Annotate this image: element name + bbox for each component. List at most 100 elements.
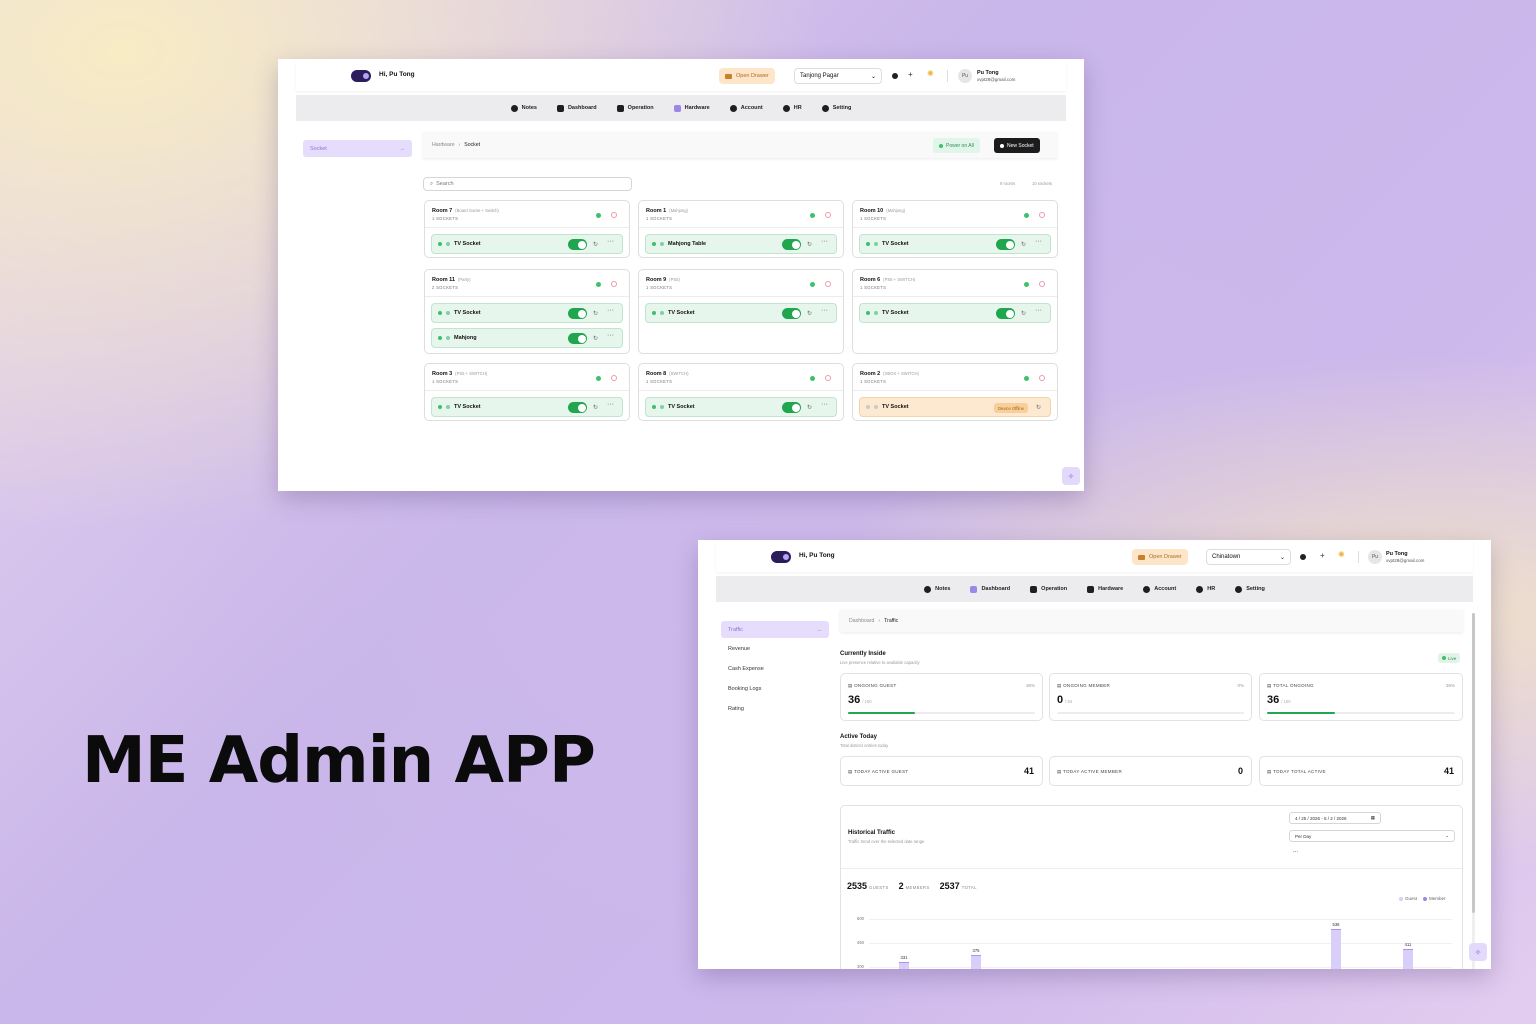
sun-icon[interactable]: ✺ <box>927 69 934 78</box>
refresh-icon[interactable]: ↻ <box>593 404 598 411</box>
nav-operation[interactable]: Operation <box>1030 585 1067 593</box>
sidebar-item-rating[interactable]: Rating <box>728 706 744 712</box>
scrollbar[interactable] <box>1472 613 1475 969</box>
socket-row[interactable]: TV Socket ↻ ··· <box>431 303 623 323</box>
refresh-icon[interactable]: ↻ <box>1021 310 1026 317</box>
avatar[interactable]: Pu <box>1368 550 1382 564</box>
avatar[interactable]: Pu <box>958 69 972 83</box>
power-icon[interactable] <box>825 212 831 218</box>
search-input[interactable]: ⌕ Search <box>423 177 632 191</box>
power-on-all-button[interactable]: Power on All <box>933 138 980 153</box>
nav-notes[interactable]: Notes <box>510 104 537 112</box>
socket-row[interactable]: TV Socket ↻ ··· <box>859 303 1051 323</box>
nav-hr[interactable]: HR <box>782 104 802 112</box>
nav-setting[interactable]: Setting <box>1235 585 1265 593</box>
legend-guest[interactable]: Guest <box>1399 896 1417 901</box>
socket-row[interactable]: TV Socket ↻ ··· <box>431 234 623 254</box>
refresh-icon[interactable]: ↻ <box>593 310 598 317</box>
breadcrumb-parent[interactable]: Dashboard <box>849 618 874 624</box>
chart-bar[interactable] <box>1403 949 1413 969</box>
chart-bar[interactable] <box>899 962 909 969</box>
sidebar-item-revenue[interactable]: Revenue <box>728 646 750 652</box>
granularity-select[interactable]: Per Day ⌄ <box>1289 830 1455 842</box>
power-icon[interactable] <box>1039 212 1045 218</box>
nav-operation[interactable]: Operation <box>616 104 654 112</box>
room-tag: (PS5) <box>669 277 680 282</box>
nav-account[interactable]: Account <box>729 104 763 112</box>
branch-select[interactable]: Tanjong Pagar ⌄ <box>794 68 882 84</box>
socket-row[interactable]: TV Socket ↻ ··· <box>645 303 837 323</box>
socket-toggle[interactable] <box>568 402 587 413</box>
socket-toggle[interactable] <box>568 239 587 250</box>
socket-toggle[interactable] <box>782 239 801 250</box>
power-icon[interactable] <box>611 281 617 287</box>
plus-icon[interactable]: + <box>1320 551 1325 560</box>
socket-row[interactable]: Mahjong Table ↻ ··· <box>645 234 837 254</box>
nav-dashboard[interactable]: Dashboard <box>556 104 597 112</box>
refresh-icon[interactable]: ↻ <box>807 404 812 411</box>
sun-icon[interactable]: ✺ <box>1338 550 1345 559</box>
scrollbar-thumb[interactable] <box>1472 613 1475 913</box>
socket-toggle[interactable] <box>568 333 587 344</box>
room-tag: (PS5 + SWITCH) <box>455 371 488 376</box>
power-icon[interactable] <box>825 281 831 287</box>
legend-member[interactable]: Member <box>1423 896 1446 901</box>
date-range-input[interactable]: 4 / 25 / 2026 - 5 / 2 / 2026 ▦ <box>1289 812 1381 824</box>
socket-row[interactable]: TV Socket ↻ ··· <box>431 397 623 417</box>
power-icon[interactable] <box>825 375 831 381</box>
refresh-icon[interactable]: ↻ <box>1021 241 1026 248</box>
refresh-icon[interactable]: ↻ <box>807 241 812 248</box>
more-options-icon[interactable]: ··· <box>1035 307 1042 314</box>
socket-toggle[interactable] <box>996 308 1015 319</box>
more-options-icon[interactable]: ··· <box>607 238 614 245</box>
refresh-icon[interactable]: ↻ <box>593 335 598 342</box>
new-socket-button[interactable]: New Socket <box>994 138 1040 153</box>
sidebar-item-cash-expense[interactable]: Cash Expense <box>728 666 764 672</box>
refresh-icon[interactable]: ↻ <box>1036 404 1041 411</box>
more-options-icon[interactable]: ··· <box>607 332 614 339</box>
chart-bar[interactable] <box>971 955 981 969</box>
more-options-icon[interactable]: ··· <box>821 401 828 408</box>
socket-row[interactable]: TV Socket Device Offline ↻ <box>859 397 1051 417</box>
open-drawer-button[interactable]: Open Drawer <box>719 68 775 84</box>
socket-row[interactable]: Mahjong ↻ ··· <box>431 328 623 348</box>
settings-icon[interactable] <box>892 73 898 79</box>
more-options-icon[interactable]: ··· <box>1035 238 1042 245</box>
more-options-icon[interactable]: ··· <box>821 307 828 314</box>
power-icon[interactable] <box>611 212 617 218</box>
sidebar-item-socket[interactable]: Socket → <box>303 140 412 157</box>
plus-icon[interactable]: + <box>908 70 913 79</box>
more-options-icon[interactable]: ... <box>1293 848 1298 854</box>
more-options-icon[interactable]: ··· <box>607 307 614 314</box>
branch-select[interactable]: Chinatown ⌄ <box>1206 549 1291 565</box>
refresh-icon[interactable]: ↻ <box>593 241 598 248</box>
open-drawer-button[interactable]: Open Drawer <box>1132 549 1188 565</box>
settings-icon[interactable] <box>1300 554 1306 560</box>
sparkle-icon[interactable]: ✧ <box>1062 467 1080 485</box>
sparkle-icon[interactable]: ✧ <box>1469 943 1487 961</box>
nav-hardware[interactable]: Hardware <box>1087 585 1123 593</box>
power-icon[interactable] <box>1039 375 1045 381</box>
nav-setting[interactable]: Setting <box>821 104 851 112</box>
more-options-icon[interactable]: ··· <box>607 401 614 408</box>
socket-toggle[interactable] <box>568 308 587 319</box>
refresh-icon[interactable]: ↻ <box>807 310 812 317</box>
power-icon[interactable] <box>611 375 617 381</box>
divider <box>639 390 843 391</box>
nav-dashboard[interactable]: Dashboard <box>970 585 1010 593</box>
nav-notes[interactable]: Notes <box>924 585 950 593</box>
power-icon[interactable] <box>1039 281 1045 287</box>
socket-toggle[interactable] <box>996 239 1015 250</box>
socket-row[interactable]: TV Socket ↻ ··· <box>859 234 1051 254</box>
more-options-icon[interactable]: ··· <box>821 238 828 245</box>
socket-toggle[interactable] <box>782 402 801 413</box>
nav-hardware[interactable]: Hardware <box>673 104 710 112</box>
sidebar-item-booking-logs[interactable]: Booking Logs <box>728 686 761 692</box>
sidebar-item-traffic[interactable]: Traffic → <box>721 621 829 638</box>
breadcrumb-parent[interactable]: Hardware <box>432 142 455 148</box>
chart-bar[interactable] <box>1331 928 1341 969</box>
nav-account[interactable]: Account <box>1143 585 1176 593</box>
socket-row[interactable]: TV Socket ↻ ··· <box>645 397 837 417</box>
socket-toggle[interactable] <box>782 308 801 319</box>
nav-hr[interactable]: HR <box>1196 585 1215 593</box>
